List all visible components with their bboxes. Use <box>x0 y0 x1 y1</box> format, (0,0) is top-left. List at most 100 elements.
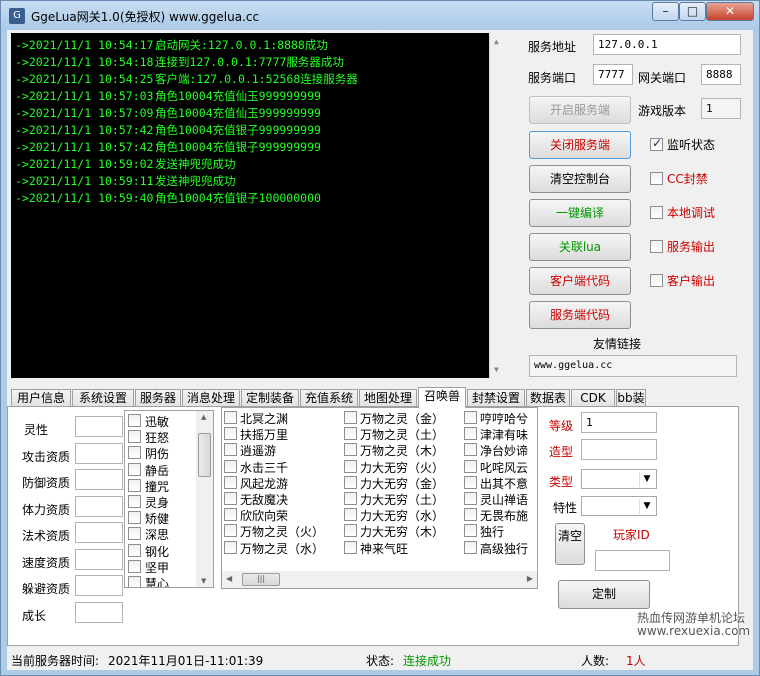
skill-checkbox[interactable] <box>344 459 357 473</box>
clear-console-button[interactable]: 清空控制台 <box>529 165 631 193</box>
skill-checkbox[interactable] <box>344 475 357 489</box>
tab-8[interactable]: 召唤兽 <box>418 387 466 408</box>
skill-checkbox[interactable] <box>128 527 141 541</box>
skill-checkbox[interactable] <box>224 475 237 489</box>
tab-9[interactable]: 封禁设置 <box>467 389 525 407</box>
tab-4[interactable]: 消息处理 <box>182 389 240 407</box>
skill-checkbox[interactable] <box>344 443 357 457</box>
scroll-down-icon[interactable]: ▼ <box>201 577 206 585</box>
skill-checkbox[interactable] <box>464 475 477 489</box>
close-button[interactable]: ✕ <box>706 2 754 21</box>
skill-checkbox[interactable] <box>344 540 357 554</box>
skill-checkbox[interactable] <box>464 443 477 457</box>
custom-pet-button[interactable]: 定制 <box>558 580 650 609</box>
skill-hscrollbar[interactable]: ◀ ||| ▶ <box>222 571 537 588</box>
skill-checkbox[interactable] <box>344 524 357 538</box>
server-address-input[interactable]: 127.0.0.1 <box>593 34 741 55</box>
friend-link-field[interactable]: www.ggelua.cc <box>529 355 737 377</box>
skill-checkbox[interactable] <box>128 414 141 427</box>
client-code-button[interactable]: 客户端代码 <box>529 267 631 295</box>
skill-checkbox[interactable] <box>224 459 237 473</box>
scroll-thumb[interactable] <box>198 433 211 477</box>
skill-checkbox[interactable] <box>224 524 237 538</box>
skill-checkbox[interactable] <box>464 427 477 441</box>
skill-checkbox[interactable] <box>464 524 477 538</box>
skill-checkbox[interactable] <box>128 576 141 587</box>
type-select[interactable]: ▼ <box>581 469 657 489</box>
skill-checkbox[interactable] <box>224 540 237 554</box>
trait-select[interactable]: ▼ <box>581 496 657 516</box>
tab-11[interactable]: CDK <box>571 389 615 407</box>
listen-checkbox[interactable] <box>650 136 663 151</box>
tab-2[interactable]: 系统设置 <box>72 389 134 407</box>
scroll-left-icon[interactable]: ◀ <box>226 574 232 583</box>
skill-checkbox[interactable] <box>464 411 477 424</box>
start-server-button[interactable]: 开启服务端 <box>529 96 631 124</box>
attr-input[interactable] <box>75 575 123 596</box>
skill-checkbox[interactable] <box>224 411 237 424</box>
skill-checkbox[interactable] <box>128 430 141 444</box>
link-lua-button[interactable]: 关联lua <box>529 233 631 261</box>
title-bar[interactable]: G GgeLua网关1.0(免授权) www.ggelua.cc – □ ✕ <box>1 1 759 31</box>
tab-1[interactable]: 用户信息 <box>11 389 71 407</box>
skill-checkbox[interactable] <box>128 511 141 525</box>
scroll-up-icon[interactable]: ▲ <box>201 413 206 421</box>
gateway-port-input[interactable]: 8888 <box>701 64 741 85</box>
skill-checkbox[interactable] <box>128 559 141 573</box>
attr-input[interactable] <box>75 495 123 517</box>
hscroll-thumb[interactable]: ||| <box>242 573 280 586</box>
client-output-checkbox[interactable] <box>650 274 663 287</box>
advanced-skill-list[interactable]: 北冥之渊 扶摇万里 逍遥游 水击三千 风起龙游 无敌魔决 欣欣向荣 万物之灵（火） 万物之灵（水… <box>221 407 538 589</box>
server-code-button[interactable]: 服务端代码 <box>529 301 631 329</box>
basic-skill-list[interactable]: 迅敏 狂怒 阴伤 静岳 撞咒 灵身 矫健 深思 钢化 坚甲 慧心 ▲ ▼ <box>124 410 214 588</box>
tab-6[interactable]: 充值系统 <box>300 389 358 407</box>
attr-input[interactable] <box>75 522 123 543</box>
skill-checkbox[interactable] <box>128 478 141 492</box>
tab-10[interactable]: 数据表 <box>526 389 570 407</box>
scroll-right-icon[interactable]: ▶ <box>527 574 533 583</box>
skill-checkbox[interactable] <box>464 540 477 554</box>
skill-checkbox[interactable] <box>224 508 237 522</box>
skill-checkbox[interactable] <box>128 446 141 460</box>
server-output-checkbox[interactable] <box>650 240 663 253</box>
skill-checkbox[interactable] <box>344 427 357 441</box>
skill-checkbox[interactable] <box>224 492 237 505</box>
game-version-input[interactable]: 1 <box>701 98 741 119</box>
skill-checkbox[interactable] <box>224 443 237 457</box>
model-input[interactable] <box>581 439 657 460</box>
attr-input[interactable] <box>75 601 123 623</box>
skill-checkbox[interactable] <box>464 459 477 473</box>
minimize-button[interactable]: – <box>652 2 679 21</box>
tab-7[interactable]: 地图处理 <box>359 389 417 407</box>
skill-checkbox[interactable] <box>344 492 357 505</box>
skill-checkbox[interactable] <box>128 543 141 557</box>
attr-input[interactable] <box>75 548 123 570</box>
attr-input[interactable] <box>75 442 123 464</box>
level-input[interactable]: 1 <box>581 412 657 433</box>
scroll-up-icon[interactable]: ▲ <box>494 37 499 46</box>
compile-button[interactable]: 一键编译 <box>529 199 631 227</box>
tab-5[interactable]: 定制装备 <box>241 389 299 407</box>
skill-checkbox[interactable] <box>128 462 141 476</box>
clear-pet-button[interactable]: 清空 <box>555 523 585 565</box>
maximize-button[interactable]: □ <box>679 2 706 21</box>
console-log[interactable]: ->2021/11/1 10:54:17 启动网关:127.0.0.1:8888成… <box>11 33 506 378</box>
local-debug-checkbox[interactable] <box>650 206 663 219</box>
tab-3[interactable]: 服务器 <box>135 389 181 407</box>
scroll-down-icon[interactable]: ▼ <box>494 365 499 374</box>
tab-12[interactable]: bb装 <box>616 389 646 407</box>
skill-checkbox[interactable] <box>128 495 141 508</box>
skill-list-scrollbar[interactable]: ▲ ▼ <box>196 411 213 587</box>
skill-checkbox[interactable] <box>344 508 357 522</box>
attr-input[interactable] <box>75 469 123 490</box>
skill-checkbox[interactable] <box>464 492 477 505</box>
skill-checkbox[interactable] <box>224 427 237 441</box>
skill-checkbox[interactable] <box>464 508 477 522</box>
attr-input[interactable] <box>75 416 123 437</box>
player-id-input[interactable] <box>595 550 670 571</box>
skill-checkbox[interactable] <box>344 411 357 424</box>
cc-ban-checkbox[interactable] <box>650 172 663 185</box>
console-scrollbar[interactable]: ▲ ▼ <box>489 33 506 378</box>
server-port-input[interactable]: 7777 <box>593 64 633 85</box>
stop-server-button[interactable]: 关闭服务端 <box>529 131 631 159</box>
